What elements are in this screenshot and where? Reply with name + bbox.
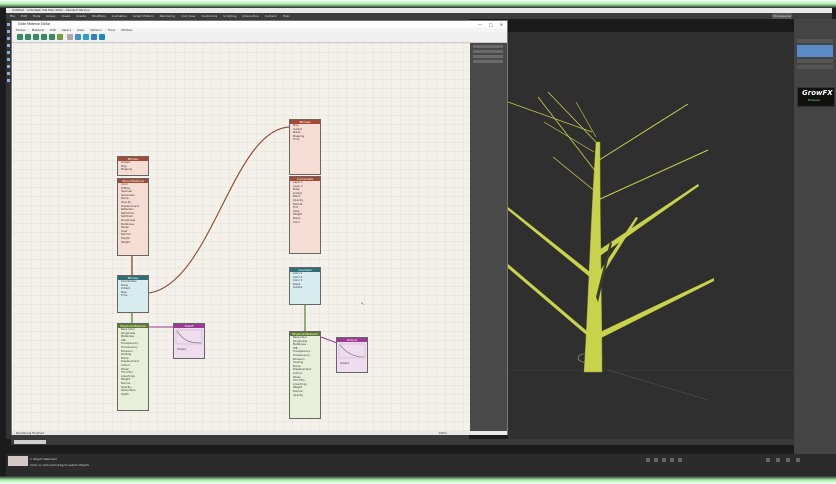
window-controls: — □ ✕ bbox=[478, 21, 503, 28]
prev-frame-icon[interactable] bbox=[654, 458, 658, 462]
panel-row bbox=[797, 65, 833, 69]
app-title: Untitled - Autodesk 3ds Max 2021 - Stude… bbox=[12, 8, 90, 12]
goto-start-icon[interactable] bbox=[646, 458, 650, 462]
node-falloff-1[interactable]: Falloff Output bbox=[173, 323, 205, 359]
node-slot[interactable]: Time bbox=[290, 138, 320, 142]
node-slot[interactable]: Opacity bbox=[290, 394, 320, 398]
maximize-viewport-icon[interactable] bbox=[796, 458, 800, 462]
next-frame-icon[interactable] bbox=[670, 458, 674, 462]
pick-material-icon[interactable] bbox=[17, 34, 23, 40]
growfx-logo-sub: ExLevel bbox=[808, 98, 820, 102]
align-tool-icon[interactable] bbox=[7, 65, 10, 68]
node-wires bbox=[131, 126, 338, 344]
select-tool-icon[interactable] bbox=[7, 23, 10, 26]
assign-material-icon[interactable] bbox=[33, 34, 39, 40]
node-composite[interactable]: Composite Layer 1 Layer 2 Mask Output Bl… bbox=[289, 176, 321, 254]
selection-status: 1 Object Selected bbox=[30, 457, 57, 461]
sme-zoom[interactable]: 100% bbox=[438, 431, 447, 435]
maxscript-listener[interactable] bbox=[8, 456, 28, 466]
node-falloff-2[interactable]: Output Output bbox=[336, 337, 368, 373]
screen-glow-bottom bbox=[0, 476, 836, 484]
move-tool-icon[interactable] bbox=[7, 30, 10, 33]
orbit-icon[interactable] bbox=[776, 458, 780, 462]
falloff-curve-preview bbox=[175, 329, 203, 345]
command-panel[interactable] bbox=[794, 19, 836, 454]
panel-tabs[interactable] bbox=[797, 39, 833, 43]
workspace-dropdown[interactable]: Workspaces bbox=[772, 13, 792, 19]
sme-status-bar: Rendering finished 100% bbox=[12, 431, 507, 435]
pan-icon[interactable] bbox=[786, 458, 790, 462]
layout-children-icon[interactable] bbox=[83, 34, 89, 40]
node-bitmap-teal-1[interactable]: Bitmap Coordinates Noise Output Map Time bbox=[117, 275, 149, 313]
object-list[interactable] bbox=[797, 45, 833, 57]
node-bitmap-2[interactable]: Bitmap Map Output Noise Mapping Time bbox=[289, 119, 321, 175]
screen-glow-top bbox=[0, 0, 836, 8]
put-material-icon[interactable] bbox=[25, 34, 31, 40]
node-view-canvas[interactable]: Bitmap Output Map Mapping Wood Material … bbox=[13, 43, 470, 431]
node-slot[interactable]: Output bbox=[290, 286, 320, 290]
snap-tool-icon[interactable] bbox=[7, 51, 10, 54]
render-tool-icon[interactable] bbox=[7, 79, 10, 82]
play-icon[interactable] bbox=[662, 458, 666, 462]
node-gradient[interactable]: Gradient Color 1 Color 2 Color 3 Noise O… bbox=[289, 267, 321, 305]
node-slot[interactable]: Output bbox=[174, 348, 204, 352]
delete-icon[interactable] bbox=[41, 34, 47, 40]
mouse-cursor-icon: ↖ bbox=[361, 301, 365, 306]
status-bar: 1 Object Selected Click or click-and-dra… bbox=[6, 454, 836, 476]
node-slot[interactable]: Time bbox=[118, 294, 148, 298]
maximize-icon[interactable]: □ bbox=[489, 21, 493, 28]
growfx-logo-text: GrowFX bbox=[802, 89, 833, 97]
material-map-navigator-icon[interactable] bbox=[91, 34, 97, 40]
node-slot[interactable]: Color bbox=[290, 221, 320, 225]
move-children-icon[interactable] bbox=[49, 34, 55, 40]
parameter-editor-panel[interactable] bbox=[470, 43, 507, 431]
sme-title: Slate Material Editor bbox=[18, 22, 51, 26]
node-slot[interactable]: Depth bbox=[118, 393, 148, 397]
node-slot[interactable]: Mapping bbox=[118, 168, 148, 172]
param-row bbox=[473, 50, 503, 53]
node-slot[interactable]: Output bbox=[337, 362, 367, 366]
node-bitmap-1[interactable]: Bitmap Output Map Mapping bbox=[117, 156, 149, 176]
sme-toolbar bbox=[12, 33, 507, 43]
time-slider[interactable] bbox=[14, 440, 46, 444]
output-curve-preview bbox=[338, 343, 366, 359]
parameter-editor-icon[interactable] bbox=[99, 34, 105, 40]
layout-icon[interactable] bbox=[75, 34, 81, 40]
node-wood-material[interactable]: Wood Material Color Diffuse Specular Glo… bbox=[117, 178, 149, 256]
close-icon[interactable]: ✕ bbox=[500, 21, 503, 28]
goto-end-icon[interactable] bbox=[678, 458, 682, 462]
timeline[interactable] bbox=[11, 439, 794, 445]
layer-tool-icon[interactable] bbox=[7, 72, 10, 75]
param-row bbox=[473, 45, 503, 48]
slate-material-editor[interactable]: Slate Material Editor — □ ✕ Modes Materi… bbox=[11, 20, 508, 435]
param-row bbox=[473, 60, 503, 63]
prompt-line: Click or click-and-drag to select object… bbox=[30, 463, 90, 467]
tree-scene bbox=[508, 91, 794, 401]
show-map-icon[interactable] bbox=[67, 34, 73, 40]
rotate-tool-icon[interactable] bbox=[7, 37, 10, 40]
sme-status-text: Rendering finished bbox=[16, 431, 45, 435]
sme-title-bar: Slate Material Editor — □ ✕ bbox=[12, 21, 507, 28]
param-row bbox=[473, 55, 503, 58]
node-physical-material-1[interactable]: Physical Material Base Color Roughness M… bbox=[117, 323, 149, 411]
scale-tool-icon[interactable] bbox=[7, 44, 10, 47]
growfx-logo: GrowFX ExLevel bbox=[797, 87, 835, 107]
hide-unused-icon[interactable] bbox=[57, 34, 63, 40]
panel-row bbox=[797, 59, 833, 63]
minimize-icon[interactable]: — bbox=[478, 21, 482, 28]
node-physical-material-2[interactable]: Physical Material Base Color Roughness M… bbox=[289, 331, 321, 419]
zoom-icon[interactable] bbox=[766, 458, 770, 462]
mirror-tool-icon[interactable] bbox=[7, 58, 10, 61]
viewport-perspective[interactable] bbox=[508, 32, 794, 444]
node-slot[interactable]: Weight bbox=[118, 241, 148, 245]
